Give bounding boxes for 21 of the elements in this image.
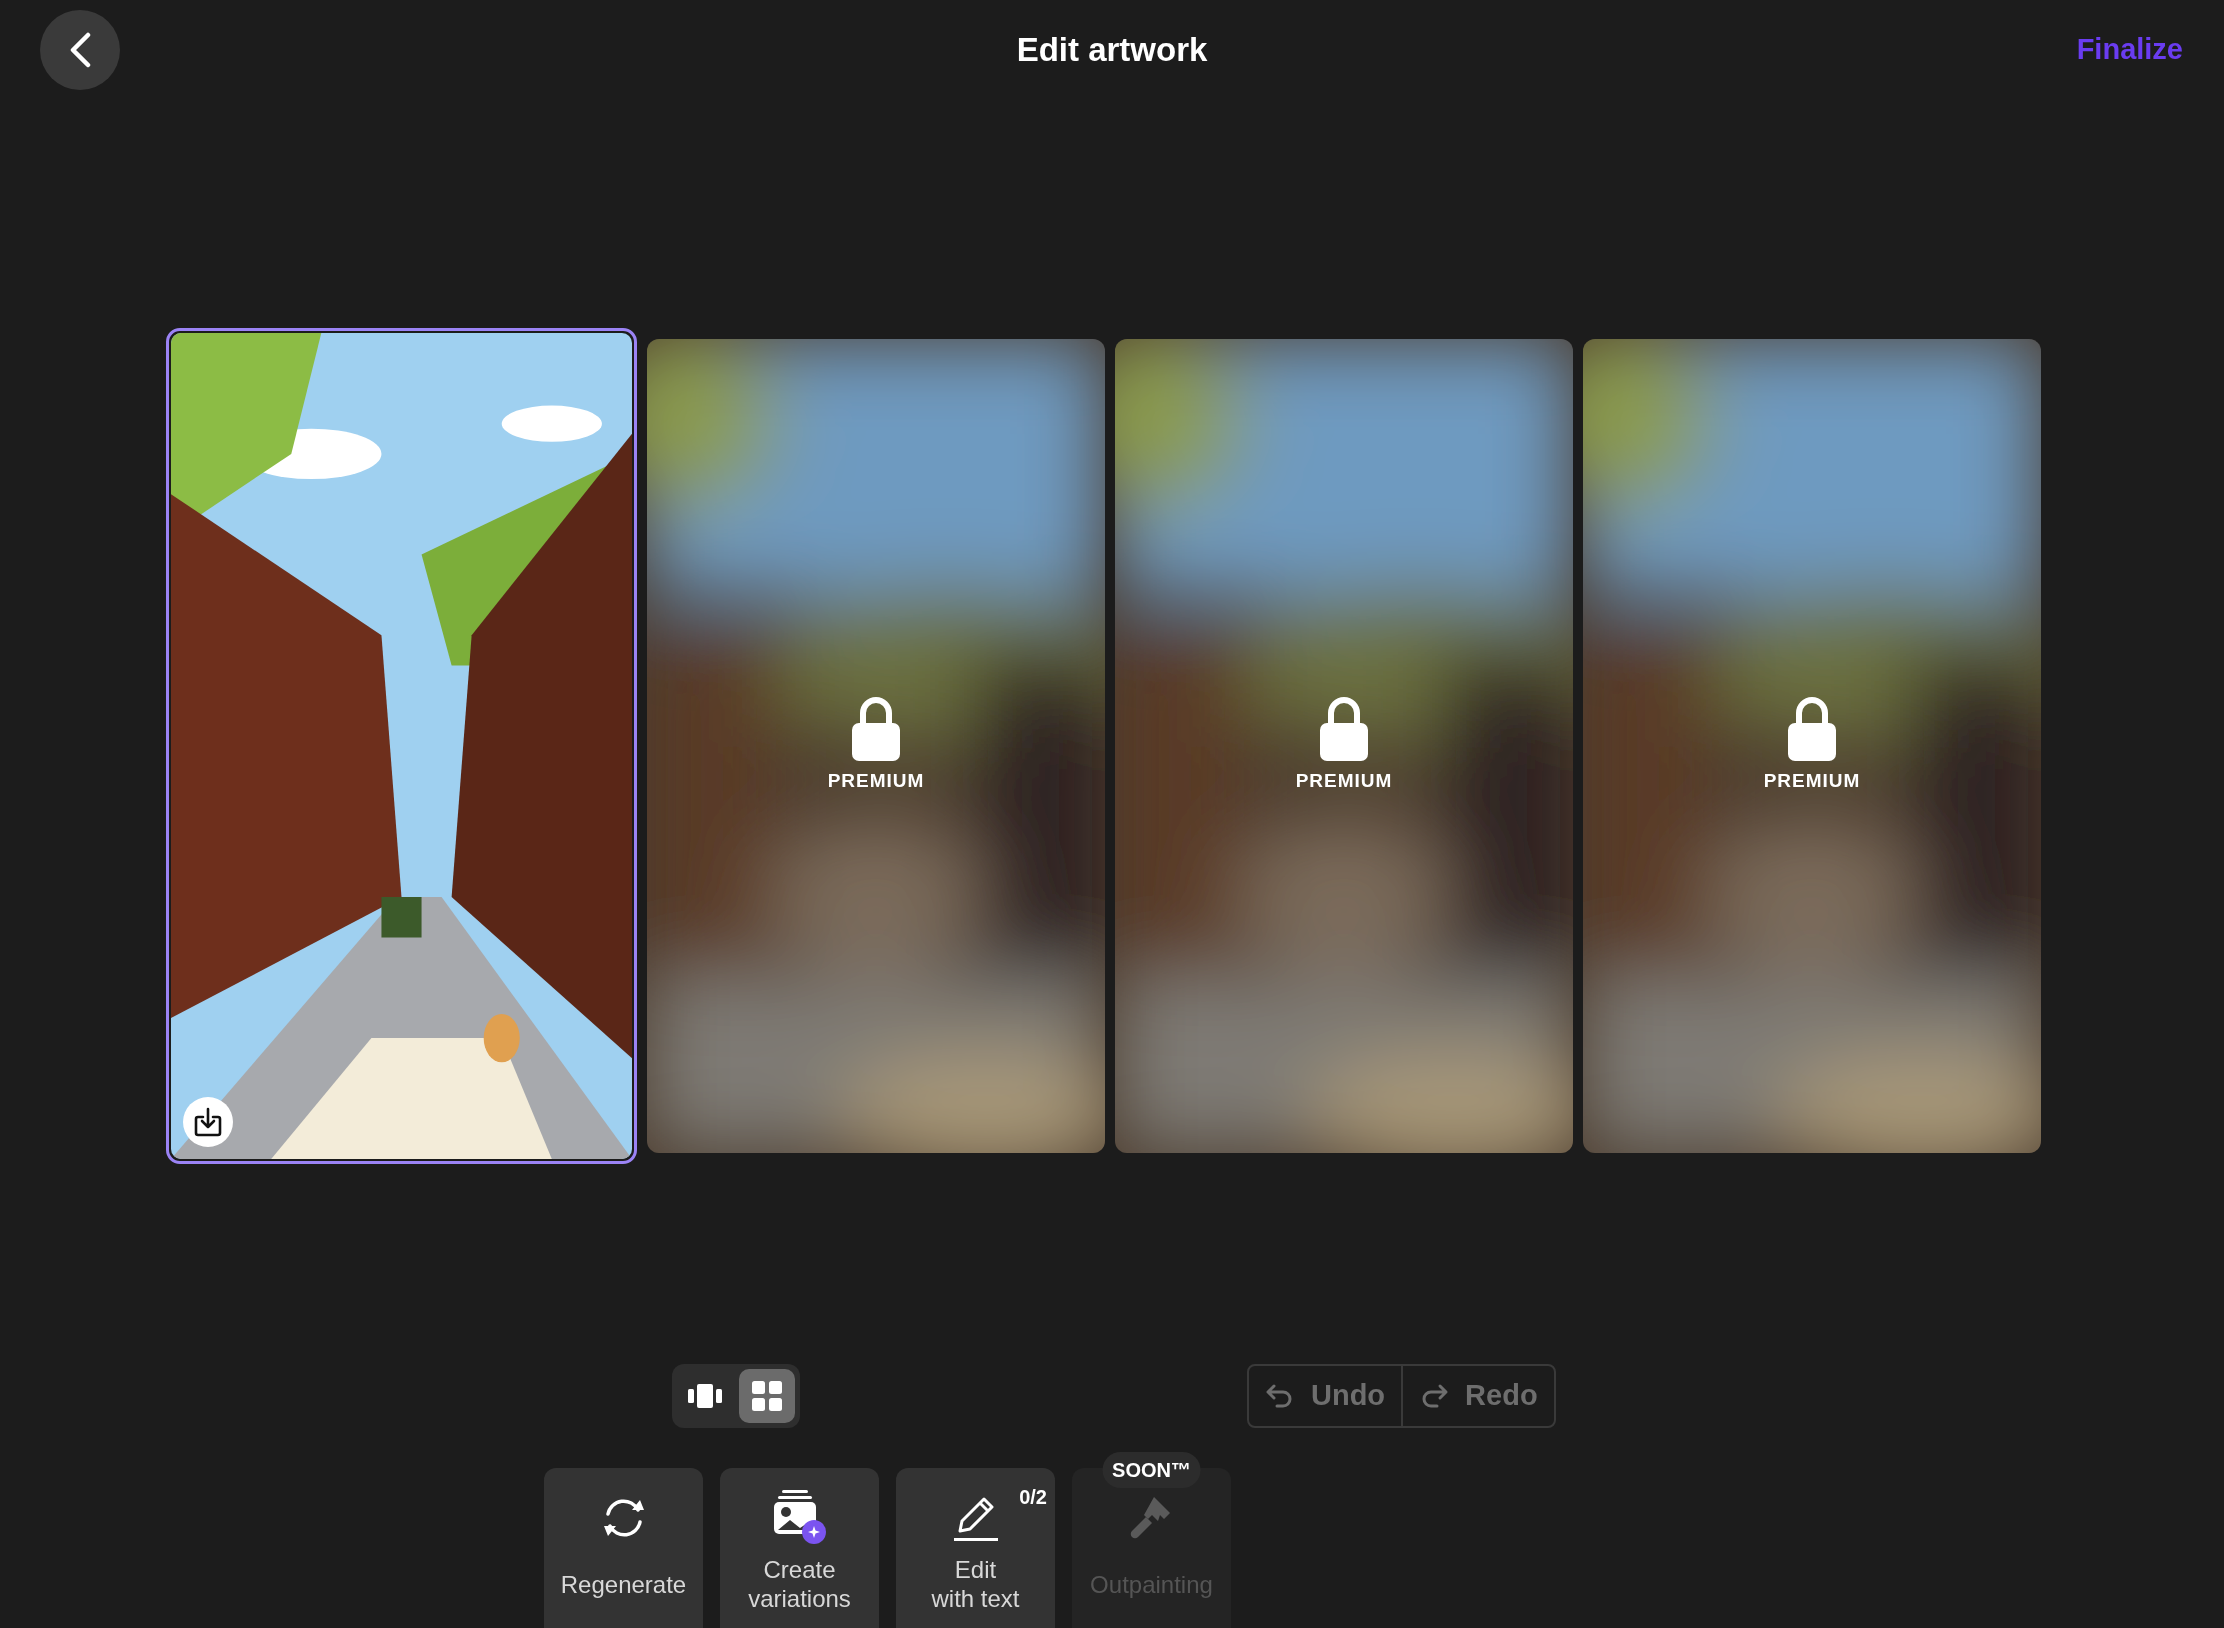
artwork-card[interactable]: PREMIUM (1115, 339, 1573, 1153)
lock-icon (1788, 696, 1836, 761)
download-icon (194, 1107, 222, 1137)
tool-button[interactable]: Edit with text 0/2 (896, 1468, 1055, 1628)
grid-icon (752, 1381, 782, 1411)
tool-button[interactable]: Create variations (720, 1468, 879, 1628)
grid-view-button[interactable] (739, 1369, 795, 1423)
tool-button[interactable]: Regenerate (544, 1468, 703, 1628)
back-icon (68, 32, 92, 68)
page-title: Edit artwork (1016, 30, 1208, 71)
image-stack-icon (771, 1490, 828, 1546)
soon-badge: SOON™ (1102, 1452, 1201, 1488)
artwork-card[interactable]: PREMIUM (1583, 339, 2041, 1153)
premium-label: PREMIUM (1763, 768, 1861, 793)
lock-icon (852, 696, 900, 761)
premium-label: PREMIUM (1295, 768, 1393, 793)
premium-label: PREMIUM (827, 768, 925, 793)
lock-icon (1320, 696, 1368, 761)
usage-counter: 0/2 (1019, 1485, 1047, 1510)
carousel-icon (688, 1384, 722, 1408)
artwork-card[interactable]: PREMIUM (647, 339, 1105, 1153)
